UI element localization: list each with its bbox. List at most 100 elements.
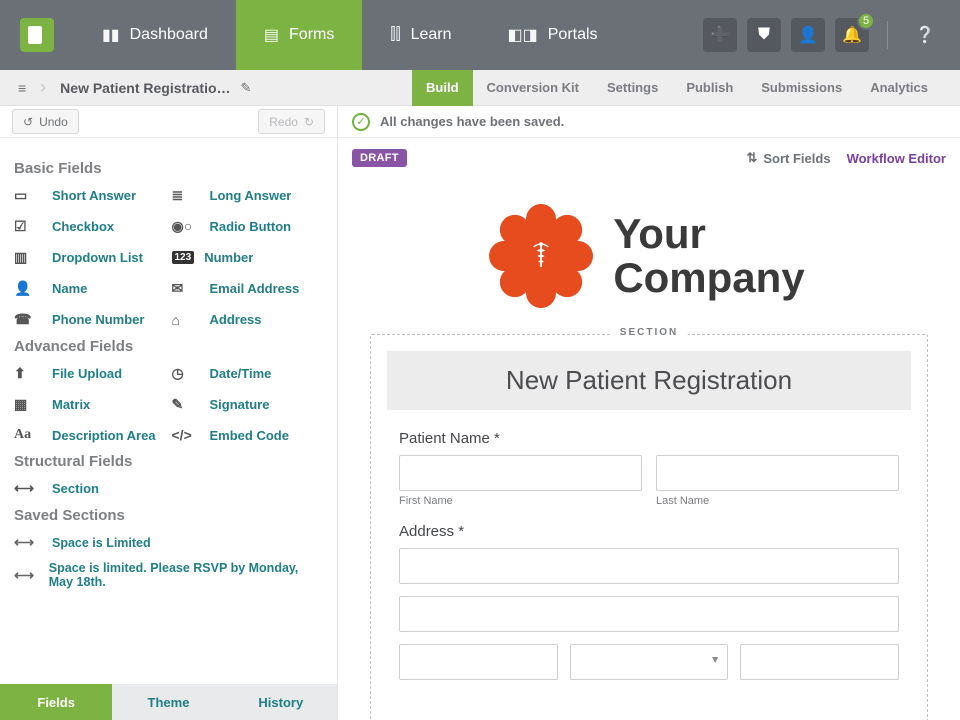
nav-forms[interactable]: ▤Forms xyxy=(236,0,362,70)
first-name-sublabel: First Name xyxy=(399,495,642,507)
code-icon: </> xyxy=(172,427,200,443)
draft-badge: DRAFT xyxy=(352,149,407,167)
tab-settings[interactable]: Settings xyxy=(593,70,672,106)
field-label: Matrix xyxy=(52,397,90,412)
last-name-input[interactable] xyxy=(656,455,899,491)
first-name-input[interactable] xyxy=(399,455,642,491)
field-label: Address xyxy=(210,312,262,327)
field-file-upload[interactable]: ⬆File Upload xyxy=(14,365,166,382)
right-panel: ✓ All changes have been saved. DRAFT ⇅So… xyxy=(338,106,960,720)
notifications-button[interactable]: 🔔5 xyxy=(835,18,869,52)
field-label: Section xyxy=(52,481,99,496)
redo-button[interactable]: Redo↻ xyxy=(258,109,325,134)
saved-label: Space is limited. Please RSVP by Monday,… xyxy=(49,561,323,589)
form-canvas[interactable]: Your Company SECTION New Patient Registr… xyxy=(338,178,960,720)
section-tag: SECTION xyxy=(610,327,688,338)
nav-label: Dashboard xyxy=(130,26,208,44)
field-label: Name xyxy=(52,281,87,296)
tab-conversion-kit[interactable]: Conversion Kit xyxy=(473,70,593,106)
brand-line1: Your xyxy=(613,212,804,256)
field-datetime[interactable]: ◷Date/Time xyxy=(172,365,324,382)
field-label: Email Address xyxy=(210,281,300,296)
address-state-select[interactable] xyxy=(570,644,729,680)
nav-learn[interactable]: ⫿⫿Learn xyxy=(362,0,479,70)
field-dropdown[interactable]: ▥Dropdown List xyxy=(14,249,166,266)
field-checkbox[interactable]: ☑Checkbox xyxy=(14,218,166,235)
undo-icon: ↺ xyxy=(23,115,33,129)
section-title[interactable]: New Patient Registration xyxy=(387,351,911,410)
nav-dashboard[interactable]: ▮▮Dashboard xyxy=(74,0,236,70)
address-label: Address * xyxy=(399,523,899,540)
add-button[interactable]: ➕ xyxy=(703,18,737,52)
saved-section-item[interactable]: ⟷Space is Limited xyxy=(14,534,323,551)
field-label: Radio Button xyxy=(210,219,292,234)
field-address[interactable]: ⌂Address xyxy=(172,311,324,328)
address-line1-input[interactable] xyxy=(399,548,899,584)
bell-icon: 🔔 xyxy=(842,25,862,45)
tab-theme[interactable]: Theme xyxy=(112,684,224,720)
tab-analytics[interactable]: Analytics xyxy=(856,70,942,106)
status-bar: ✓ All changes have been saved. xyxy=(338,106,960,138)
field-label: Signature xyxy=(210,397,270,412)
address-field[interactable]: Address * xyxy=(371,523,927,692)
number-icon: 123 xyxy=(172,251,195,264)
field-name[interactable]: 👤 Name xyxy=(14,280,166,297)
form-title[interactable]: New Patient Registratio… xyxy=(60,80,230,96)
tab-fields[interactable]: Fields xyxy=(0,684,112,720)
field-description[interactable]: Aa Description Area xyxy=(14,427,166,443)
breadcrumb-bar: ≡ › New Patient Registratio… ✎ Build Con… xyxy=(0,70,960,106)
divider xyxy=(887,21,888,49)
patient-name-field[interactable]: Patient Name * First Name Last Name xyxy=(371,430,927,507)
saved-section-item[interactable]: ⟷ Space is limited. Please RSVP by Monday… xyxy=(14,561,323,589)
primary-nav: ▮▮Dashboard ▤Forms ⫿⫿Learn ◧◨ Portals xyxy=(74,0,626,70)
upload-icon: ⬆ xyxy=(14,365,42,382)
nav-portals[interactable]: ◧◨ Portals xyxy=(480,0,626,70)
field-palette: Basic Fields ▭Short Answer ≣Long Answer … xyxy=(0,138,337,684)
field-label: Number xyxy=(204,250,253,265)
structural-fields-grid: ⟷Section xyxy=(14,480,323,497)
app-logo[interactable] xyxy=(0,0,74,70)
undo-label: Undo xyxy=(39,115,68,129)
nav-label: Forms xyxy=(289,26,334,44)
field-short-answer[interactable]: ▭Short Answer xyxy=(14,187,166,204)
address-city-input[interactable] xyxy=(399,644,558,680)
field-radio-button[interactable]: ◉○Radio Button xyxy=(172,218,324,235)
workflow-editor-link[interactable]: Workflow Editor xyxy=(847,151,946,166)
shield-button[interactable]: ⛊ xyxy=(747,18,781,52)
field-section[interactable]: ⟷Section xyxy=(14,480,323,497)
text-icon: Aa xyxy=(14,427,42,443)
sort-fields-button[interactable]: ⇅Sort Fields xyxy=(746,150,830,166)
phone-icon: ☎ xyxy=(14,311,42,328)
help-button[interactable]: ❔ xyxy=(908,18,942,52)
help-icon: ❔ xyxy=(915,25,935,45)
field-embed[interactable]: </>Embed Code xyxy=(172,427,324,443)
field-email[interactable]: ✉Email Address xyxy=(172,280,324,297)
tab-history[interactable]: History xyxy=(225,684,337,720)
address-zip-input[interactable] xyxy=(740,644,899,680)
advanced-fields-heading: Advanced Fields xyxy=(14,338,323,355)
section-icon: ⟷ xyxy=(14,567,39,584)
form-section[interactable]: SECTION New Patient Registration Patient… xyxy=(370,334,928,720)
tab-build[interactable]: Build xyxy=(412,70,473,106)
clock-icon: ◷ xyxy=(172,365,200,382)
nav-label: Portals xyxy=(548,26,598,44)
undo-button[interactable]: ↺ Undo xyxy=(12,109,79,134)
edit-title-icon[interactable]: ✎ xyxy=(241,80,252,96)
address-line2-input[interactable] xyxy=(399,596,899,632)
field-label: Description Area xyxy=(52,428,156,443)
field-long-answer[interactable]: ≣Long Answer xyxy=(172,187,324,204)
saved-sections-list: ⟷Space is Limited ⟷ Space is limited. Ple… xyxy=(14,534,323,589)
name-icon: 👤 xyxy=(14,280,42,297)
list-icon[interactable]: ≡ xyxy=(18,80,26,96)
undo-redo-bar: ↺ Undo Redo↻ xyxy=(0,106,337,138)
portal-icon: ◧◨ xyxy=(508,25,538,45)
user-icon: 👤 xyxy=(798,25,818,45)
tab-publish[interactable]: Publish xyxy=(672,70,747,106)
field-phone[interactable]: ☎Phone Number xyxy=(14,311,166,328)
field-matrix[interactable]: ▦Matrix xyxy=(14,396,166,413)
field-label: Long Answer xyxy=(210,188,292,203)
field-signature[interactable]: ✎Signature xyxy=(172,396,324,413)
field-number[interactable]: 123 Number xyxy=(172,249,324,266)
tab-submissions[interactable]: Submissions xyxy=(747,70,856,106)
account-button[interactable]: 👤 xyxy=(791,18,825,52)
